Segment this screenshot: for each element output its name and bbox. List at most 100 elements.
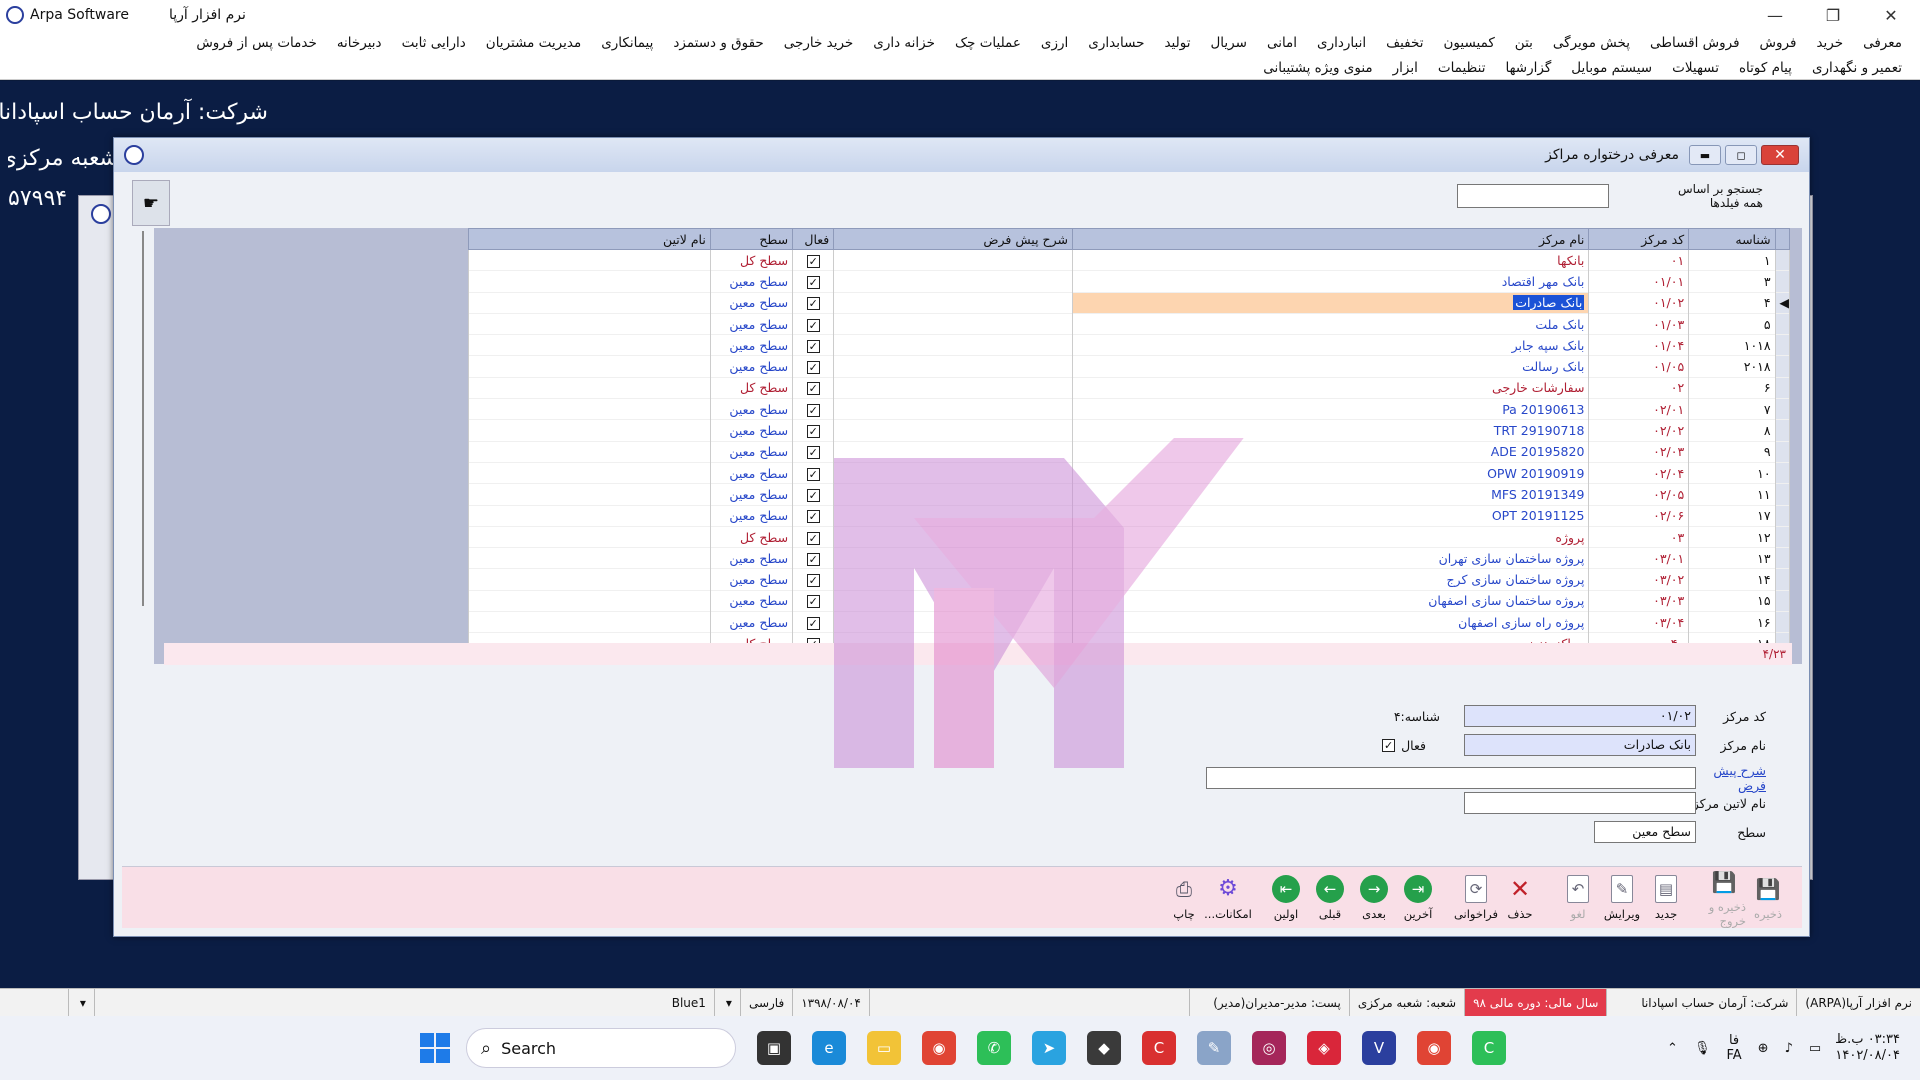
dialog-close-button[interactable]: ✕ <box>1761 145 1799 165</box>
language-dropdown-icon[interactable]: ▾ <box>713 989 740 1016</box>
table-row[interactable]: ۷ ۰۲/۰۱ Pa 20190613 ✓ سطح معین <box>468 398 1791 420</box>
menu-item[interactable]: تخفیف <box>1376 35 1433 51</box>
table-row[interactable]: ۱۳ ۰۳/۰۱ پروژه ساختمان سازی تهران ✓ سطح معین <box>468 547 1791 569</box>
table-row[interactable]: ◀ ۴ ۰۱/۰۲ بانک صادرات ✓ سطح معین <box>468 292 1791 314</box>
table-row[interactable]: ۱۶ ۰۳/۰۴ پروژه راه سازی اصفهان ✓ سطح معین <box>468 611 1791 633</box>
menu-item[interactable]: سریال <box>1200 35 1256 51</box>
language-indicator[interactable]: فا FA <box>1726 1033 1741 1063</box>
dialog-restore-button[interactable]: ◻ <box>1725 145 1757 165</box>
menu-item[interactable]: انبارداری <box>1307 35 1376 51</box>
podcast-icon[interactable]: ◎ <box>1252 1031 1286 1065</box>
menu-item[interactable]: حسابداری <box>1078 35 1154 51</box>
menu-item[interactable]: کمیسیون <box>1433 35 1504 51</box>
task-view-icon[interactable]: ▣ <box>757 1031 791 1065</box>
globe-icon[interactable]: ⊕ <box>1758 1041 1769 1056</box>
red-app-icon[interactable]: ◈ <box>1307 1031 1341 1065</box>
maximize-icon[interactable]: ❐ <box>1804 0 1862 30</box>
chevron-up-icon[interactable]: ⌃ <box>1667 1041 1678 1056</box>
name-field[interactable]: بانک صادرات <box>1464 734 1696 756</box>
active-checkbox[interactable]: ✓ <box>806 552 820 566</box>
camtasia-icon[interactable]: C <box>1472 1031 1506 1065</box>
utility-app-icon[interactable]: ✎ <box>1197 1031 1231 1065</box>
menu-item[interactable]: تسهیلات <box>1662 60 1729 76</box>
chrome-icon[interactable]: ◉ <box>922 1031 956 1065</box>
active-checkbox[interactable]: ✓ <box>1382 738 1396 752</box>
first-button[interactable]: ⇤ اولین <box>1264 874 1308 921</box>
taskbar-clock[interactable]: ۰۳:۳۴ ب.ظ ۱۴۰۲/۰۸/۰۴ <box>1835 1032 1900 1064</box>
battery-icon[interactable]: ▭ <box>1809 1041 1821 1056</box>
active-checkbox[interactable]: ✓ <box>806 361 820 375</box>
active-checkbox[interactable]: ✓ <box>806 254 820 268</box>
latin-field[interactable] <box>1464 792 1696 814</box>
cancel-button[interactable]: ↶ لغو <box>1556 874 1600 921</box>
active-checkbox[interactable]: ✓ <box>806 616 820 630</box>
table-row[interactable]: ۸ ۰۲/۰۲ TRT 29190718 ✓ سطح معین <box>468 419 1791 442</box>
arpa-taskbar-icon[interactable]: V <box>1362 1031 1396 1065</box>
menu-item[interactable]: معرفی <box>1853 35 1912 51</box>
theme-dropdown-icon[interactable]: ▾ <box>67 989 94 1016</box>
dialog-minimize-button[interactable]: ▬ <box>1689 145 1721 165</box>
minimize-icon[interactable]: — <box>1746 0 1804 30</box>
active-checkbox[interactable]: ✓ <box>806 403 820 417</box>
save-exit-button[interactable]: 💾 ذخیره و خروج <box>1702 868 1746 928</box>
speaker-icon[interactable]: ♪ <box>1785 1041 1793 1056</box>
active-checkbox[interactable]: ✓ <box>806 318 820 332</box>
code-field[interactable]: ۰۱/۰۲ <box>1464 705 1696 727</box>
splitter[interactable] <box>142 231 144 606</box>
table-row[interactable]: ۱۱ ۰۲/۰۵ MFS 20191349 ✓ سطح معین <box>468 483 1791 506</box>
default-desc-field[interactable] <box>1206 767 1696 789</box>
active-checkbox[interactable]: ✓ <box>806 531 820 545</box>
pointer-hand-button[interactable]: ☛ <box>132 180 170 226</box>
delete-button[interactable]: ✕ حذف <box>1498 875 1542 921</box>
microphone-icon[interactable]: 🎙 <box>1694 1041 1711 1056</box>
table-row[interactable]: ۳ ۰۱/۰۱ بانک مهر اقتصاد ✓ سطح معین <box>468 270 1791 293</box>
menu-item[interactable]: خزانه داری <box>863 35 945 51</box>
active-checkbox[interactable]: ✓ <box>806 595 820 609</box>
menu-item[interactable]: تولید <box>1154 35 1200 51</box>
close-icon[interactable]: ✕ <box>1862 0 1920 30</box>
menu-item[interactable]: گزارشها <box>1495 60 1561 76</box>
status-language[interactable]: فارسی <box>739 989 792 1016</box>
options-button[interactable]: ⚙ امکانات... <box>1204 875 1252 921</box>
level-field[interactable]: سطح معین <box>1594 821 1696 843</box>
anydesk-icon[interactable]: C <box>1142 1031 1176 1065</box>
active-checkbox[interactable]: ✓ <box>806 446 820 460</box>
menu-item[interactable]: خرید <box>1806 35 1853 51</box>
active-checkbox[interactable]: ✓ <box>806 467 820 481</box>
start-button[interactable] <box>420 1033 450 1063</box>
table-row[interactable]: ۲۰۱۸ ۰۱/۰۵ بانک رسالت ✓ سطح معین <box>468 355 1791 378</box>
whatsapp-icon[interactable]: ✆ <box>977 1031 1011 1065</box>
edit-button[interactable]: ✎ ویرایش <box>1600 874 1644 921</box>
menu-item[interactable]: تنظیمات <box>1428 60 1496 76</box>
active-checkbox[interactable]: ✓ <box>806 339 820 353</box>
new-button[interactable]: ▤ جدید <box>1644 874 1688 921</box>
column-header[interactable]: نام مرکز <box>1071 228 1590 250</box>
next-button[interactable]: → بعدی <box>1352 874 1396 921</box>
menu-item[interactable]: منوی ویژه پشتیبانی <box>1253 60 1382 76</box>
recall-button[interactable]: ⟳ فراخوانی <box>1454 874 1498 921</box>
telegram-icon[interactable]: ➤ <box>1032 1031 1066 1065</box>
menu-item[interactable]: پخش مویرگی <box>1543 35 1640 51</box>
taskbar-search[interactable]: ⌕ Search <box>466 1028 736 1068</box>
active-checkbox[interactable]: ✓ <box>806 510 820 524</box>
active-checkbox[interactable]: ✓ <box>806 275 820 289</box>
edge-icon[interactable]: e <box>812 1031 846 1065</box>
active-checkbox[interactable]: ✓ <box>806 382 820 396</box>
menu-item[interactable]: خدمات پس از فروش <box>186 35 327 51</box>
status-theme[interactable]: Blue1 <box>93 989 714 1016</box>
active-checkbox[interactable]: ✓ <box>806 297 820 311</box>
last-button[interactable]: ⇥ آخرین <box>1396 874 1440 921</box>
menu-item[interactable]: سیستم موبایل <box>1561 60 1662 76</box>
table-row[interactable]: ۹ ۰۲/۰۳ ADE 20195820 ✓ سطح معین <box>468 441 1791 463</box>
table-row[interactable]: ۱۷ ۰۲/۰۶ OPT 20191125 ✓ سطح معین <box>468 505 1791 527</box>
menu-item[interactable]: حقوق و دستمزد <box>663 35 773 51</box>
column-header[interactable]: شناسه <box>1688 228 1776 250</box>
prev-button[interactable]: ← قبلی <box>1308 874 1352 921</box>
menu-item[interactable]: امانی <box>1257 35 1307 51</box>
active-checkbox[interactable]: ✓ <box>806 425 820 439</box>
column-header[interactable]: شرح پیش فرض <box>833 228 1073 250</box>
menu-item[interactable]: بتن <box>1505 35 1543 51</box>
menu-item[interactable]: عملیات چک <box>945 35 1031 51</box>
menu-item[interactable]: ارزی <box>1031 35 1078 51</box>
menu-item[interactable]: مدیریت مشتریان <box>476 35 591 51</box>
